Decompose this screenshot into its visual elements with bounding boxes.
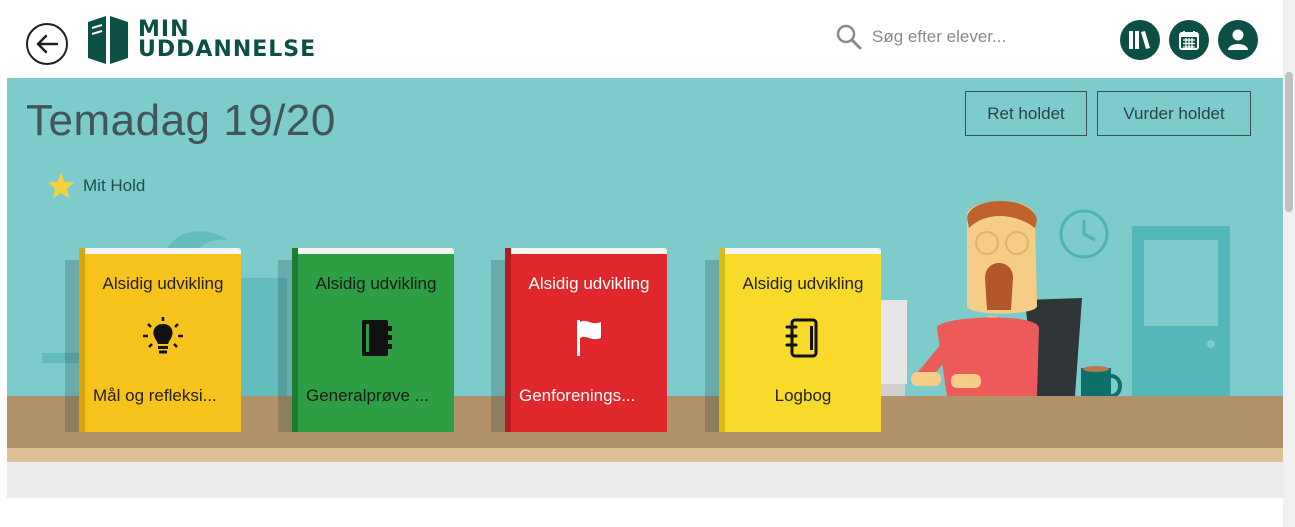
desk-edge xyxy=(7,448,1283,462)
user-icon xyxy=(1228,29,1248,50)
library-button[interactable] xyxy=(1120,20,1160,60)
book-title: Genforenings... xyxy=(519,386,636,405)
logo-wordmark: MIN UDDANNELSE xyxy=(138,19,317,62)
book-category: Alsidig udvikling xyxy=(528,274,650,293)
logo[interactable]: MIN UDDANNELSE xyxy=(86,14,316,66)
content-divider xyxy=(7,462,1283,498)
book-category: Alsidig udvikling xyxy=(315,274,437,293)
vertical-scrollbar[interactable] xyxy=(1283,0,1295,527)
edit-team-button[interactable]: Ret holdet xyxy=(965,91,1087,136)
favorite-label: Mit Hold xyxy=(83,175,146,195)
book-cover: Alsidig udvikling Genforenings... xyxy=(511,254,667,432)
book-card[interactable]: Alsidig udvikling Mål og refleksi... xyxy=(65,248,241,432)
book-card[interactable]: Alsidig udvikling Logbog xyxy=(705,248,881,432)
book-card[interactable]: Alsidig udvikling Genforenings... xyxy=(491,248,667,432)
book-icon-wrap xyxy=(298,316,454,360)
book-title: Mål og refleksi... xyxy=(93,386,217,405)
back-button[interactable] xyxy=(26,23,68,65)
calendar-button[interactable] xyxy=(1169,20,1209,60)
star-icon xyxy=(48,173,74,198)
book-card[interactable]: Alsidig udvikling Generalprøve ... xyxy=(278,248,454,432)
team-hero: Temadag 19/20 Mit Hold Ret holdet Vurder… xyxy=(7,78,1283,448)
search-input[interactable] xyxy=(872,27,1042,47)
page-title: Temadag 19/20 xyxy=(26,96,336,145)
book-icon-wrap xyxy=(725,316,881,360)
search-icon xyxy=(836,24,862,50)
book-title: Generalprøve ... xyxy=(306,386,429,405)
book-cover: Alsidig udvikling Mål og refleksi... xyxy=(85,254,241,432)
open-book-logo-icon xyxy=(88,16,128,64)
flag-icon xyxy=(577,320,601,356)
book-category: Alsidig udvikling xyxy=(102,274,224,293)
library-icon xyxy=(1129,31,1150,49)
book-icon-wrap xyxy=(85,316,241,360)
person-illustration xyxy=(911,201,1039,396)
student-search[interactable] xyxy=(836,24,1042,50)
book-icon-wrap xyxy=(511,316,667,360)
logo-line-2: UDDANNELSE xyxy=(138,37,317,62)
book-cover: Alsidig udvikling Logbog xyxy=(725,254,881,432)
spiral-notebook-icon xyxy=(785,318,818,358)
door xyxy=(1132,226,1230,398)
favorite-team-toggle[interactable]: Mit Hold xyxy=(47,172,145,199)
lightbulb-icon xyxy=(143,317,183,354)
book-cover: Alsidig udvikling Generalprøve ... xyxy=(298,254,454,432)
evaluate-team-button[interactable]: Vurder holdet xyxy=(1097,91,1251,136)
profile-button[interactable] xyxy=(1218,20,1258,60)
arrow-left-icon xyxy=(36,34,59,54)
scrollbar-thumb[interactable] xyxy=(1285,72,1293,212)
notebook-icon xyxy=(362,320,392,356)
wall-clock xyxy=(1059,209,1109,259)
book-category: Alsidig udvikling xyxy=(742,274,864,293)
top-header: MIN UDDANNELSE xyxy=(0,0,1283,78)
book-title: Logbog xyxy=(774,386,832,405)
calendar-icon xyxy=(1179,31,1199,50)
